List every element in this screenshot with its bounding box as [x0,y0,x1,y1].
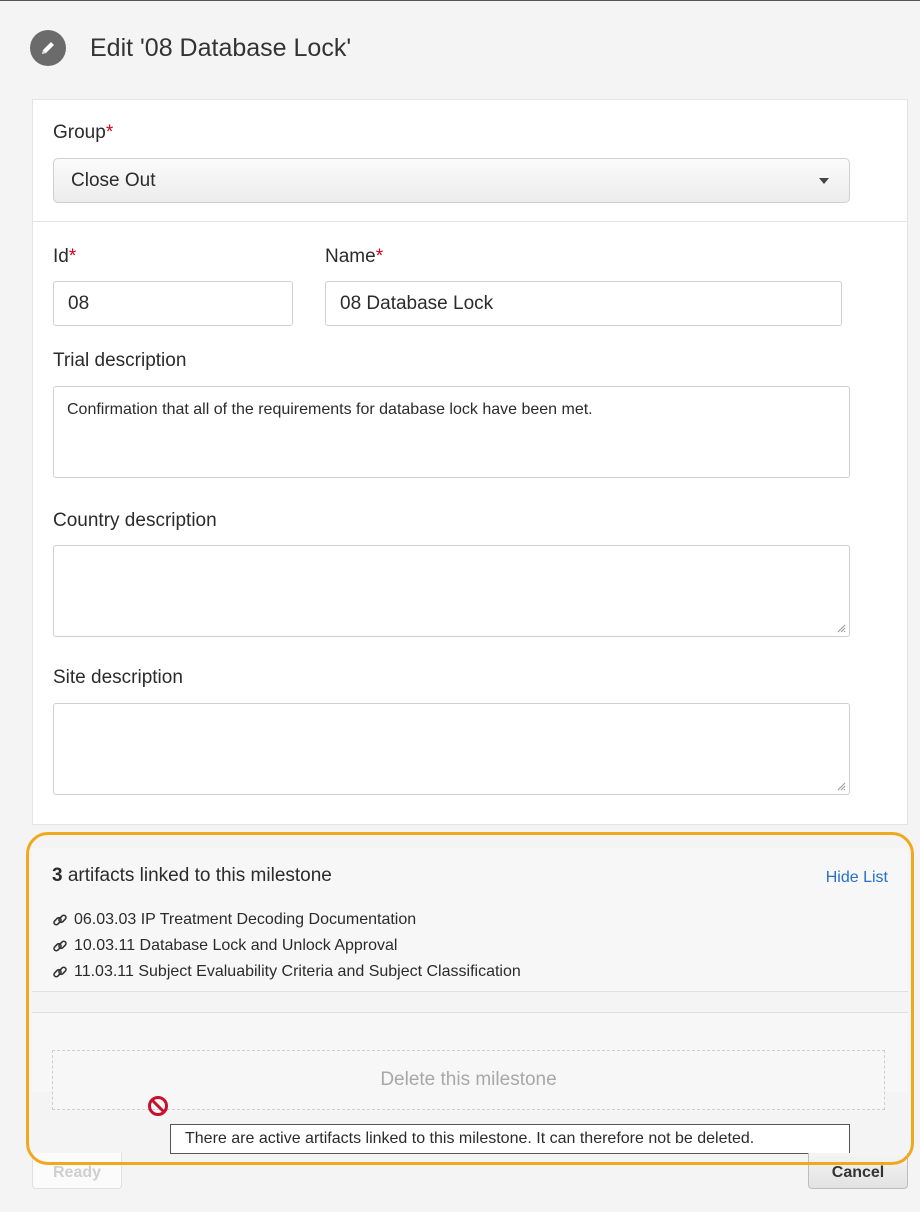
linked-artifacts-panel: 3 artifacts linked to this milestone Hid… [32,848,908,992]
artifact-list: 06.03.03 IP Treatment Decoding Documenta… [52,907,521,985]
link-icon [52,912,68,928]
group-select-value: Close Out [71,169,156,191]
name-label-text: Name [325,246,376,267]
cancel-button[interactable]: Cancel [808,1153,908,1189]
delete-disabled-tooltip: There are active artifacts linked to thi… [170,1124,850,1154]
resize-grip-icon[interactable] [836,781,846,791]
name-label: Name* [325,246,383,268]
hide-list-link[interactable]: Hide List [826,869,888,887]
artifact-item[interactable]: 10.03.11 Database Lock and Unlock Approv… [52,933,521,959]
country-description-label: Country description [53,510,217,531]
trial-description-label: Trial description [53,350,187,371]
group-section: Group* Close Out [33,100,907,222]
country-description-textarea[interactable] [53,545,850,637]
artifact-heading-text: artifacts linked to this milestone [67,865,332,886]
id-label-text: Id [53,246,69,267]
artifact-item[interactable]: 11.03.11 Subject Evaluability Criteria a… [52,959,521,985]
link-icon [52,938,68,954]
trial-description-textarea[interactable]: Confirmation that all of the requirement… [53,386,850,478]
id-label: Id* [53,246,76,268]
delete-milestone-button[interactable]: Delete this milestone [52,1050,885,1110]
trial-description-value: Confirmation that all of the requirement… [67,401,593,418]
artifact-item-label: 06.03.03 IP Treatment Decoding Documenta… [74,911,417,928]
name-input[interactable]: 08 Database Lock [325,281,842,326]
artifact-item-label: 11.03.11 Subject Evaluability Criteria a… [74,963,521,980]
ready-button[interactable]: Ready [32,1153,122,1189]
top-divider [0,0,920,1]
dialog-header: Edit '08 Database Lock' [30,30,351,66]
required-mark: * [68,246,77,267]
group-select[interactable]: Close Out [53,158,850,203]
id-input-value: 08 [68,292,90,314]
name-input-value: 08 Database Lock [340,292,494,314]
artifact-item-label: 10.03.11 Database Lock and Unlock Approv… [74,937,398,954]
no-entry-icon [148,1096,168,1116]
milestone-form: Group* Close Out Id* 08 Name* 08 Databas… [32,99,908,825]
page-title: Edit '08 Database Lock' [90,33,352,62]
delete-section: Delete this milestone [32,1012,908,1110]
artifact-item[interactable]: 06.03.03 IP Treatment Decoding Documenta… [52,907,521,933]
group-label: Group* [53,122,113,144]
id-input[interactable]: 08 [53,281,293,326]
resize-grip-icon[interactable] [836,623,846,633]
chevron-down-icon [819,178,829,184]
required-mark: * [105,122,114,143]
group-label-text: Group [53,122,106,143]
artifact-count: 3 [52,865,63,886]
required-mark: * [375,246,384,267]
link-icon [52,964,68,980]
linked-artifacts-heading: 3 artifacts linked to this milestone [52,865,332,887]
pencil-icon [30,30,66,66]
site-description-label: Site description [53,667,183,688]
site-description-textarea[interactable] [53,703,850,795]
